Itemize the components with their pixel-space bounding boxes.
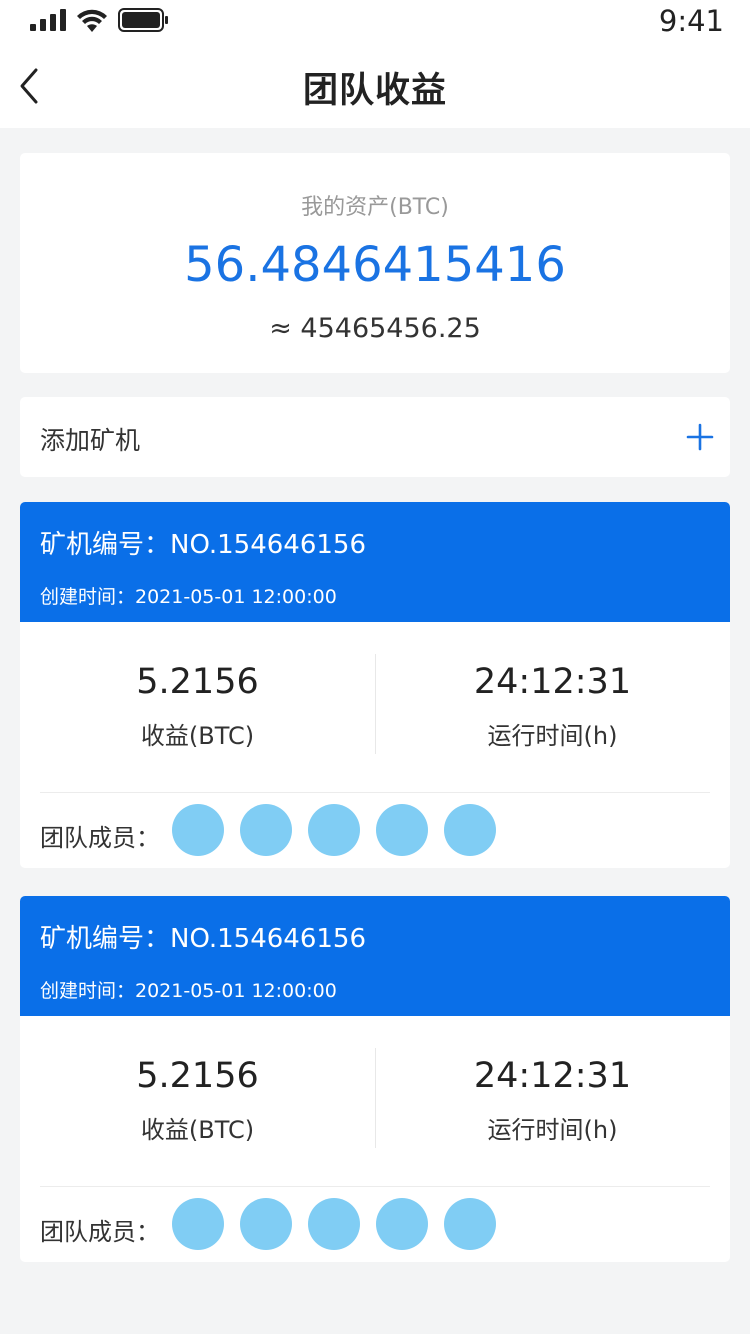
status-icons (30, 8, 170, 32)
miner-created-time: 创建时间：2021-05-01 12:00:00 (40, 586, 337, 608)
runtime-stat: 24:12:31 运行时间(h) (375, 662, 730, 751)
earnings-stat: 5.2156 收益(BTC) (20, 1056, 375, 1145)
miner-card-header: 矿机编号：NO.154646156 创建时间：2021-05-01 12:00:… (20, 502, 730, 622)
status-time: 9:41 (658, 4, 724, 38)
team-members-label: 团队成员： (40, 824, 160, 852)
miner-number: 矿机编号：NO.154646156 (40, 924, 367, 954)
earnings-label: 收益(BTC) (140, 1116, 255, 1144)
avatar[interactable] (172, 804, 224, 856)
runtime-label: 运行时间(h) (487, 1116, 618, 1144)
runtime-value: 24:12:31 (473, 662, 632, 702)
miner-card-header: 矿机编号：NO.154646156 创建时间：2021-05-01 12:00:… (20, 896, 730, 1016)
avatar[interactable] (308, 1198, 360, 1250)
avatar[interactable] (240, 804, 292, 856)
miner-number: 矿机编号：NO.154646156 (40, 530, 367, 560)
row-divider (40, 792, 710, 793)
page-title: 团队收益 (302, 71, 447, 111)
add-miner-row[interactable]: 添加矿机 (20, 397, 730, 477)
team-members-avatars (172, 1198, 496, 1250)
asset-label: 我的资产(BTC) (301, 195, 449, 220)
runtime-stat: 24:12:31 运行时间(h) (375, 1056, 730, 1145)
plus-icon (686, 423, 714, 451)
earnings-value: 5.2156 (136, 662, 259, 702)
miner-created-time: 创建时间：2021-05-01 12:00:00 (40, 980, 337, 1002)
add-miner-label: 添加矿机 (40, 426, 141, 455)
miner-card: 矿机编号：NO.154646156 创建时间：2021-05-01 12:00:… (20, 502, 730, 868)
avatar[interactable] (376, 1198, 428, 1250)
team-members-label: 团队成员： (40, 1218, 160, 1246)
battery-icon (118, 8, 168, 32)
avatar[interactable] (376, 804, 428, 856)
runtime-value: 24:12:31 (473, 1056, 632, 1096)
avatar[interactable] (240, 1198, 292, 1250)
avatar[interactable] (444, 804, 496, 856)
runtime-label: 运行时间(h) (487, 722, 618, 750)
team-members-avatars (172, 804, 496, 856)
nav-bar: 团队收益 (0, 44, 750, 128)
earnings-label: 收益(BTC) (140, 722, 255, 750)
earnings-value: 5.2156 (136, 1056, 259, 1096)
add-miner-button[interactable] (686, 423, 714, 451)
row-divider (40, 1186, 710, 1187)
earnings-stat: 5.2156 收益(BTC) (20, 662, 375, 751)
status-bar: 9:41 (0, 0, 750, 44)
wifi-icon (77, 9, 107, 32)
miner-card: 矿机编号：NO.154646156 创建时间：2021-05-01 12:00:… (20, 896, 730, 1262)
avatar[interactable] (172, 1198, 224, 1250)
asset-value: 56.4846415416 (184, 237, 566, 293)
avatar[interactable] (444, 1198, 496, 1250)
avatar[interactable] (308, 804, 360, 856)
asset-card: 我的资产(BTC) 56.4846415416 ≈ 45465456.25 (20, 153, 730, 373)
cellular-signal-icon (30, 9, 66, 31)
asset-approx-value: ≈ 45465456.25 (269, 313, 481, 344)
